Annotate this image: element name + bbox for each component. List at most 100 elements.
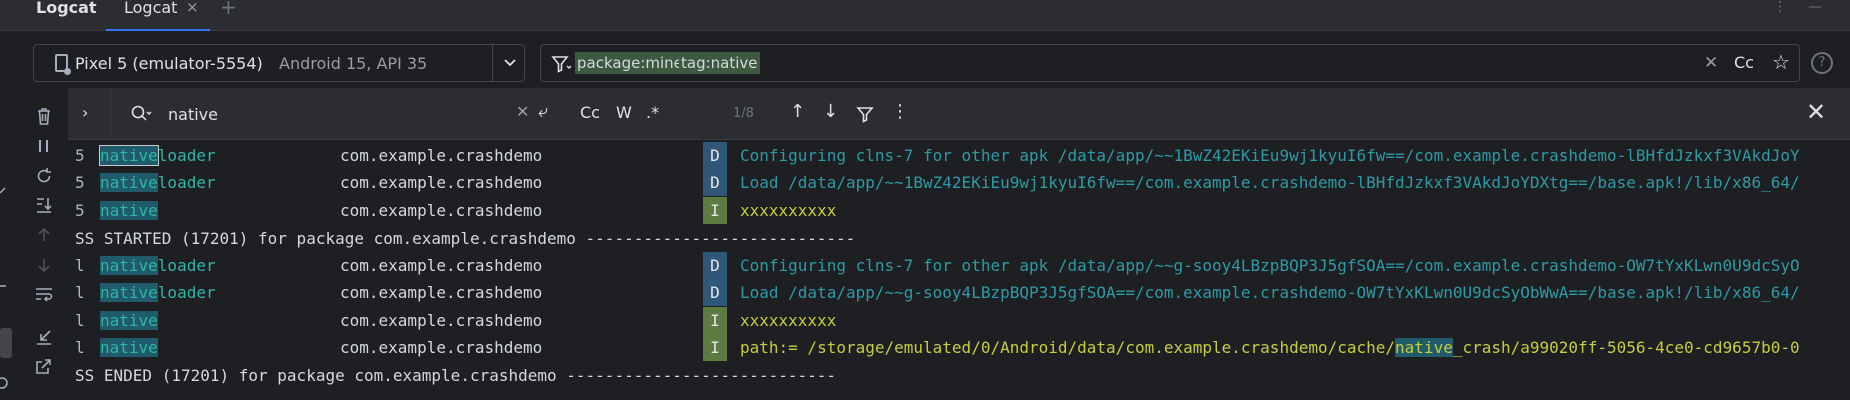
up-arrow-icon[interactable]	[33, 224, 55, 246]
log-package: com.example.crashdemo	[340, 256, 543, 275]
log-package: com.example.crashdemo	[340, 283, 543, 302]
ide-side-strip	[0, 187, 12, 389]
logcat-filter-field[interactable]: package:mine tag:native ✕ Cc ☆	[540, 44, 1800, 82]
trash-icon[interactable]	[33, 105, 55, 127]
match-case-option[interactable]: Cc	[580, 103, 600, 122]
search-match: native	[100, 201, 158, 220]
process-marker-text: SS ENDED (17201) for package com.example…	[75, 366, 836, 385]
search-match: native	[100, 311, 158, 330]
log-tag-rest: loader	[157, 283, 216, 302]
tool-window-title: Logcat	[36, 0, 97, 17]
log-row[interactable]: l native com.example.crashdemo Ixxxxxxxxxx	[68, 307, 1850, 334]
search-match: native	[100, 173, 158, 192]
process-marker-row[interactable]: SS ENDED (17201) for package com.example…	[68, 362, 1850, 389]
search-input[interactable]	[168, 101, 428, 127]
log-row[interactable]: 5 nativeloader com.example.crashdemo D Confi…	[68, 142, 1850, 169]
process-id: l	[75, 338, 85, 357]
search-icon[interactable]	[130, 104, 154, 124]
expand-replace-icon[interactable]: ›	[82, 103, 88, 122]
log-tag-rest: loader	[157, 173, 216, 192]
process-id: l	[75, 256, 85, 275]
chevron-down-icon[interactable]	[501, 54, 519, 72]
search-match: native	[99, 145, 159, 166]
process-id: 5	[75, 201, 85, 220]
divider	[110, 88, 111, 140]
log-level-badge: I	[703, 307, 727, 334]
find-bar: › ✕ ⤶ Cc W .* 1/8 ↑ ↓ ⋮ ✕	[68, 88, 1850, 140]
process-id: l	[75, 311, 85, 330]
divider	[492, 45, 493, 81]
log-message: Load /data/app/~~g-sooy4LBzpBQP3J5gfSOA=…	[740, 283, 1800, 302]
log-message: xxxxxxxxxx	[740, 201, 837, 220]
log-output[interactable]: 5 nativeloader com.example.crashdemo D Confi…	[68, 140, 1850, 400]
down-arrow-icon[interactable]	[33, 254, 55, 276]
help-icon[interactable]: ?	[1811, 52, 1833, 74]
log-package: com.example.crashdemo	[340, 311, 543, 330]
log-row[interactable]: 5 native com.example.crashdemo Ixxxxxxxxxx	[68, 197, 1850, 224]
star-icon[interactable]: ☆	[1772, 50, 1790, 74]
log-row[interactable]: 5 nativeloader com.example.crashdemo D Load …	[68, 169, 1850, 196]
clear-filter-icon[interactable]: ✕	[1704, 53, 1718, 73]
search-match: native	[100, 256, 158, 275]
log-tag: nativeloader	[99, 145, 216, 166]
process-marker-text: SS STARTED (17201) for package com.examp…	[75, 229, 856, 248]
device-selector[interactable]: Pixel 5 (emulator-5554) Android 15, API …	[33, 44, 525, 82]
close-find-icon[interactable]: ✕	[1806, 98, 1826, 126]
tool-window-header: Logcat Logcat × + ⋮ —	[0, 0, 1850, 31]
log-package: com.example.crashdemo	[340, 201, 543, 220]
log-package: com.example.crashdemo	[340, 146, 543, 165]
next-match-icon[interactable]: ↓	[823, 101, 838, 122]
tab-logcat[interactable]: Logcat ×	[106, 0, 210, 31]
device-name: Pixel 5 (emulator-5554)	[75, 54, 263, 73]
log-tag-rest: loader	[157, 146, 216, 165]
log-tag: native	[100, 201, 158, 220]
log-level-badge: D	[703, 279, 727, 306]
log-message: path:= /storage/emulated/0/Android/data/…	[740, 338, 1800, 357]
filter-chip-package[interactable]: package:mine	[575, 52, 685, 74]
add-tab-icon[interactable]: +	[220, 0, 237, 17]
log-row[interactable]: l nativeloader com.example.crashdemo D Confi…	[68, 252, 1850, 279]
tab-close-icon[interactable]: ×	[186, 0, 199, 15]
match-count: 1/8	[733, 106, 754, 121]
log-message: Load /data/app/~~1BwZ42EKiEu9wj1kyuI6fw=…	[740, 173, 1800, 192]
log-tag: nativeloader	[100, 256, 216, 275]
minimize-icon[interactable]: —	[1808, 0, 1822, 14]
more-options-icon[interactable]: ⋮	[1773, 0, 1787, 14]
logcat-toolbar: Pixel 5 (emulator-5554) Android 15, API …	[0, 31, 1850, 88]
match-case-toggle[interactable]: Cc	[1734, 53, 1754, 72]
process-id: 5	[75, 146, 85, 165]
log-tag: nativeloader	[100, 173, 216, 192]
scroll-to-end-icon[interactable]	[33, 194, 55, 216]
log-tag: native	[100, 338, 158, 357]
filter-chip-tag[interactable]: tag:native	[679, 52, 760, 74]
tab-label: Logcat	[124, 0, 178, 17]
log-level-badge: D	[703, 169, 727, 196]
log-row[interactable]: l nativeloader com.example.crashdemo D Load …	[68, 279, 1850, 306]
search-match: native	[1395, 338, 1453, 357]
new-line-icon[interactable]: ⤶	[538, 101, 548, 122]
restart-icon[interactable]	[33, 165, 55, 187]
soft-wrap-icon[interactable]	[33, 283, 55, 305]
clear-search-icon[interactable]: ✕	[516, 102, 529, 121]
whole-words-option[interactable]: W	[616, 103, 632, 122]
log-message-part: _crash/a99020ff-5056-4ce0-cd9657b0-0	[1452, 338, 1800, 357]
log-tag: nativeloader	[100, 283, 216, 302]
filter-results-icon[interactable]	[856, 105, 874, 123]
log-message-part: path:= /storage/emulated/0/Android/data/…	[740, 338, 1396, 357]
device-detail: Android 15, API 35	[279, 54, 428, 73]
log-row[interactable]: l native com.example.crashdemo Ipath:= /sto…	[68, 334, 1850, 361]
filter-icon[interactable]	[551, 54, 573, 74]
process-marker-row[interactable]: SS STARTED (17201) for package com.examp…	[68, 225, 1850, 252]
log-package: com.example.crashdemo	[340, 173, 543, 192]
previous-match-icon[interactable]: ↑	[790, 101, 805, 122]
process-id: 5	[75, 173, 85, 192]
import-icon[interactable]	[33, 326, 55, 348]
log-package: com.example.crashdemo	[340, 338, 543, 357]
pause-icon[interactable]	[33, 135, 55, 157]
regex-option[interactable]: .*	[646, 103, 659, 122]
log-level-badge: I	[703, 334, 727, 361]
search-match: native	[100, 283, 158, 302]
export-icon[interactable]	[33, 355, 55, 377]
more-options-icon[interactable]: ⋮	[891, 101, 909, 122]
log-message: xxxxxxxxxx	[740, 311, 837, 330]
